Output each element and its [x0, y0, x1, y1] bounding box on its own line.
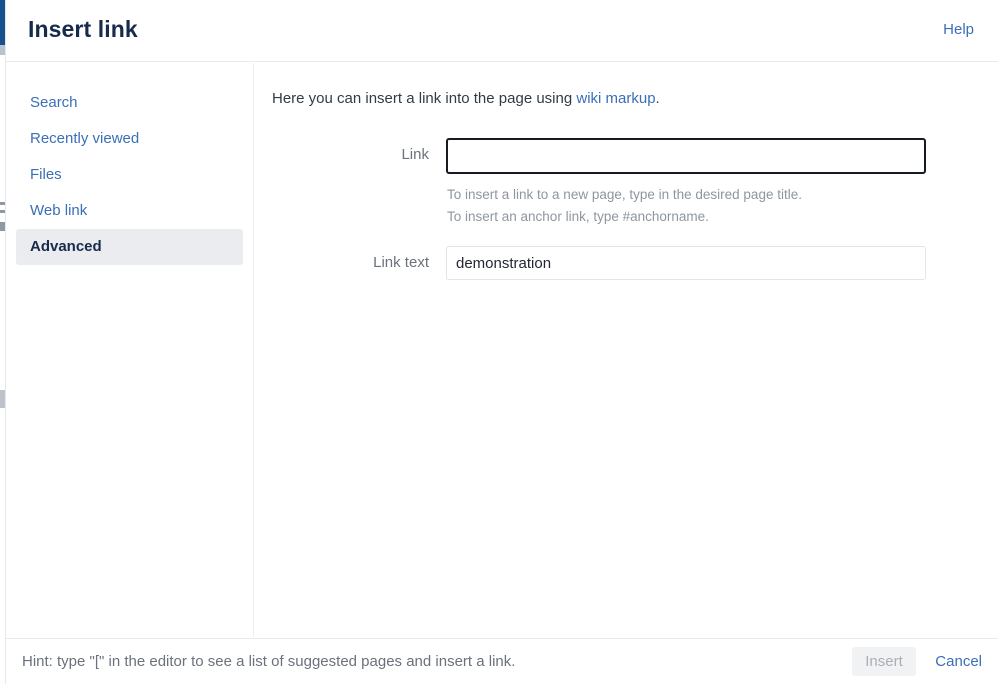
sidebar-item-advanced[interactable]: Advanced — [16, 229, 243, 265]
sidebar-item-files[interactable]: Files — [16, 157, 243, 193]
page-title: Insert link — [28, 16, 138, 42]
insert-button[interactable]: Insert — [852, 647, 916, 676]
link-hint-new-page: To insert a link to a new page, type in … — [447, 187, 802, 202]
dialog-body: Search Recently viewed Files Web link Ad… — [6, 63, 998, 637]
link-text-field-label: Link text — [373, 254, 429, 271]
link-input[interactable] — [446, 138, 926, 174]
intro-text: Here you can insert a link into the page… — [272, 90, 660, 107]
main-panel: Here you can insert a link into the page… — [255, 63, 998, 637]
cancel-button[interactable]: Cancel — [935, 653, 982, 670]
dialog-header: Insert link Help — [6, 0, 998, 62]
intro-text-suffix: . — [655, 90, 660, 107]
sidebar-item-recently-viewed[interactable]: Recently viewed — [16, 121, 243, 157]
sidebar-item-search[interactable]: Search — [16, 85, 243, 121]
wiki-markup-link[interactable]: wiki markup — [576, 90, 655, 107]
link-text-input[interactable] — [446, 246, 926, 280]
sidebar-item-web-link[interactable]: Web link — [16, 193, 243, 229]
insert-link-dialog: Insert link Help Search Recently viewed … — [0, 0, 998, 684]
help-link[interactable]: Help — [943, 21, 974, 38]
dialog-footer: Hint: type "[" in the editor to see a li… — [6, 638, 998, 684]
footer-hint-text: Hint: type "[" in the editor to see a li… — [22, 653, 516, 670]
sidebar: Search Recently viewed Files Web link Ad… — [6, 63, 254, 637]
link-field-label: Link — [401, 146, 429, 163]
link-hint-anchor: To insert an anchor link, type #anchorna… — [447, 209, 709, 224]
intro-text-prefix: Here you can insert a link into the page… — [272, 90, 577, 107]
